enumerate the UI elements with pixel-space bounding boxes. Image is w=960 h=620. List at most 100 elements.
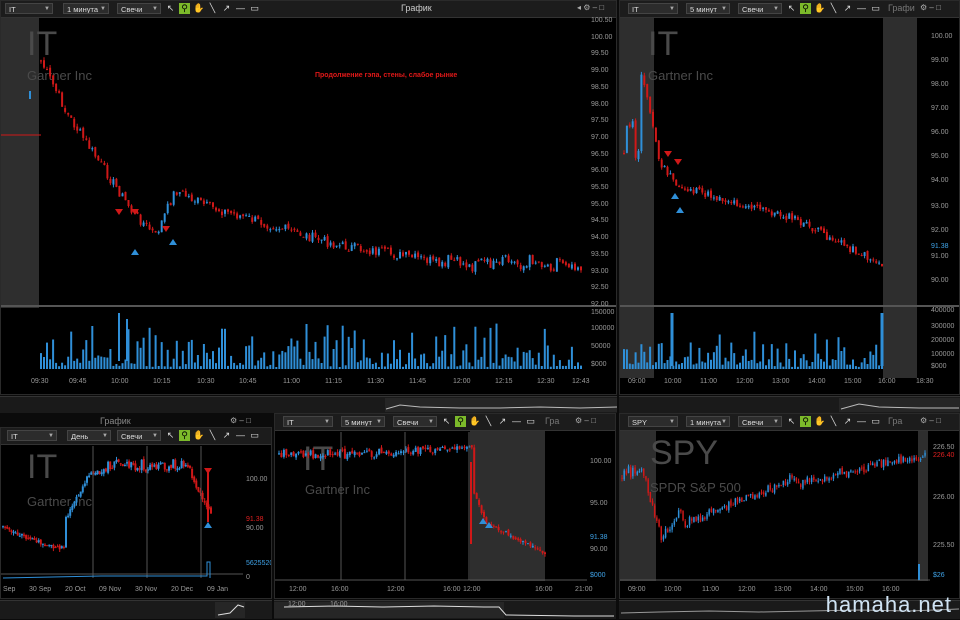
candle-body bbox=[771, 490, 774, 492]
candle-body bbox=[230, 210, 233, 214]
volume-bar bbox=[94, 357, 97, 369]
volume-bar bbox=[852, 359, 854, 369]
candle-body bbox=[733, 200, 736, 204]
candle-body bbox=[767, 485, 769, 493]
candle-body bbox=[739, 205, 741, 207]
price-tick-label: 91.38 bbox=[246, 516, 264, 523]
candle-body bbox=[336, 452, 339, 456]
site-watermark: hamaha.net bbox=[825, 592, 952, 617]
time-tick-label: 10:30 bbox=[197, 378, 215, 385]
volume-bar bbox=[100, 356, 103, 369]
time-tick-label: 12:00 bbox=[463, 586, 481, 593]
candle-body bbox=[854, 247, 857, 254]
volume-bar bbox=[715, 345, 718, 369]
candle-body bbox=[202, 200, 205, 204]
candle-body bbox=[744, 206, 747, 208]
volume-bar bbox=[435, 336, 438, 369]
navigator-5min[interactable]: 12:00 16:00 bbox=[274, 600, 616, 619]
candle-body bbox=[773, 484, 776, 493]
candle-body bbox=[386, 247, 389, 249]
candle-body bbox=[736, 200, 739, 206]
candle-body bbox=[754, 495, 756, 500]
volume-bar bbox=[834, 360, 837, 369]
candle-body bbox=[734, 498, 737, 505]
volume-bar bbox=[753, 331, 756, 369]
volume-bar bbox=[202, 344, 205, 369]
candle-body bbox=[35, 540, 38, 543]
volume-bar bbox=[546, 345, 549, 369]
candle-body bbox=[100, 472, 103, 475]
navigator-right[interactable] bbox=[619, 396, 960, 413]
candle-body bbox=[463, 446, 466, 448]
volume-bar bbox=[531, 358, 534, 369]
candle-body bbox=[543, 265, 546, 267]
candle-body bbox=[885, 460, 887, 466]
price-tick-label: 92.00 bbox=[591, 300, 609, 308]
candle-body bbox=[359, 246, 362, 252]
volume-bar bbox=[368, 358, 371, 369]
volume-bar bbox=[712, 352, 715, 369]
pane-separator[interactable] bbox=[1, 305, 616, 307]
volume-bar bbox=[480, 356, 483, 369]
candle-body bbox=[172, 459, 175, 468]
pane-separator[interactable] bbox=[620, 305, 959, 307]
candle-body bbox=[295, 453, 298, 458]
candle-body bbox=[157, 464, 160, 469]
price-tick-label: 98.50 bbox=[591, 83, 609, 91]
candle-body bbox=[752, 494, 754, 499]
candle-body bbox=[189, 466, 191, 468]
candle-body bbox=[414, 447, 417, 452]
candle-body bbox=[750, 204, 753, 209]
candle-body bbox=[58, 545, 61, 550]
time-tick-label: 30 Nov bbox=[135, 586, 158, 593]
candle-body bbox=[368, 250, 371, 255]
candle-body bbox=[348, 451, 351, 456]
window-controls[interactable]: ⚙ – □ bbox=[230, 416, 251, 425]
candle-body bbox=[749, 494, 752, 496]
candle-body bbox=[399, 252, 401, 259]
volume-bar bbox=[248, 345, 251, 369]
candle-body bbox=[689, 189, 692, 191]
candle-body bbox=[299, 232, 302, 236]
candle-body bbox=[779, 212, 782, 217]
candle-body bbox=[353, 243, 356, 247]
candle-body bbox=[317, 454, 319, 458]
candle-body bbox=[724, 200, 727, 202]
volume-bar bbox=[628, 363, 631, 369]
volume-bar bbox=[118, 365, 121, 369]
volume-bar bbox=[724, 357, 727, 369]
price-tick-label: 93.00 bbox=[591, 267, 609, 275]
candle-body bbox=[52, 75, 55, 85]
candle-body bbox=[378, 449, 381, 455]
sell-signal-icon bbox=[674, 159, 682, 165]
volume-bar bbox=[486, 366, 489, 369]
price-tick-label: 98.00 bbox=[591, 100, 609, 108]
candle-body bbox=[839, 469, 841, 474]
volume-bar bbox=[130, 363, 133, 369]
candle-body bbox=[46, 545, 49, 547]
navigator-daily[interactable] bbox=[0, 600, 272, 619]
price-tick-label: 91.38 bbox=[590, 534, 608, 541]
candle-body bbox=[227, 209, 229, 212]
candle-body bbox=[712, 197, 715, 199]
candle-body bbox=[834, 241, 837, 243]
candle-body bbox=[358, 452, 361, 456]
candle-body bbox=[647, 479, 649, 493]
volume-bar bbox=[160, 342, 163, 369]
candle-body bbox=[710, 508, 713, 512]
candle-body bbox=[113, 461, 116, 468]
candle-body bbox=[821, 479, 824, 482]
buy-signal-icon bbox=[671, 193, 679, 199]
volume-bar bbox=[154, 335, 157, 369]
volume-bar bbox=[242, 364, 245, 369]
candle-body bbox=[900, 455, 902, 464]
candle-body bbox=[392, 454, 395, 457]
volume-bar bbox=[359, 360, 362, 369]
candle-body bbox=[889, 461, 891, 463]
navigator-main[interactable] bbox=[0, 396, 618, 413]
candle-body bbox=[409, 452, 412, 454]
volume-bar bbox=[465, 344, 468, 369]
candle-body bbox=[356, 243, 359, 245]
candle-body bbox=[623, 153, 625, 154]
candle-body bbox=[686, 189, 689, 192]
